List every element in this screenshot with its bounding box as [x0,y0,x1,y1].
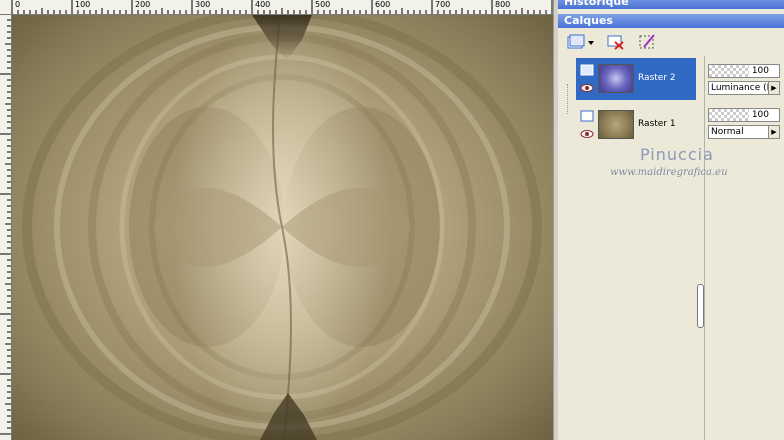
ruler-label: 600 [375,0,391,9]
opacity-slider[interactable]: 100 [708,64,780,78]
eye-icon[interactable] [580,128,594,140]
layer-type-icon [580,110,594,122]
opacity-slider[interactable]: 100 [708,108,780,122]
new-layer-icon [567,34,594,49]
watermark-site: www.maidiregrafica.eu [610,167,728,178]
watermark-name: Pinuccia [640,145,714,164]
dropdown-arrow-icon[interactable]: ▶ [768,126,779,138]
layers-panel-title[interactable]: Calques [558,14,784,28]
scrollbar-grip[interactable] [697,284,704,328]
layer-thumbnail [598,64,634,93]
layer-name: Raster 1 [638,119,676,129]
ruler-label: 400 [255,0,271,9]
blend-mode-value: Normal [711,127,744,137]
eye-icon[interactable] [580,82,594,94]
panel-divider [704,56,705,440]
layer-type-icon [580,64,594,76]
layer-list: Raster 2 Raster 1 [576,58,696,148]
ruler-label: 0 [15,0,21,9]
edit-selection-button[interactable] [638,33,660,53]
layers-panel: Historique Calques Raster 2 Raster 1 100… [558,0,784,440]
ruler-label: 100 [75,0,91,9]
blend-mode-select[interactable]: Luminance (H) ▶ [708,81,780,95]
opacity-value: 100 [751,110,769,120]
ruler-label: 300 [195,0,211,9]
image-canvas[interactable] [12,15,553,440]
dropdown-arrow-icon[interactable]: ▶ [768,82,779,94]
layer-thumbnail [598,110,634,139]
layers-toolbar [558,30,784,56]
layer-tree-line [567,84,569,114]
new-layer-button[interactable] [566,33,594,53]
layer-name: Raster 2 [638,73,676,83]
horizontal-ruler: 0 100 200 300 400 500 600 700 800 [0,0,556,15]
blend-mode-select[interactable]: Normal ▶ [708,125,780,139]
history-panel-title[interactable]: Historique [558,0,784,9]
vertical-ruler [0,14,12,440]
ruler-label: 500 [315,0,331,9]
layer-item-raster-2[interactable]: Raster 2 [576,58,696,100]
delete-layer-button[interactable] [606,33,628,53]
opacity-value: 100 [751,66,769,76]
ruler-label: 800 [495,0,511,9]
layer-item-raster-1[interactable]: Raster 1 [576,104,696,146]
ruler-label: 200 [135,0,151,9]
blend-mode-value: Luminance (H) [711,83,777,93]
ruler-label: 700 [435,0,451,9]
edit-selection-icon [639,34,655,49]
delete-layer-icon [607,35,624,50]
layer-list-scrollbar[interactable] [697,56,704,440]
